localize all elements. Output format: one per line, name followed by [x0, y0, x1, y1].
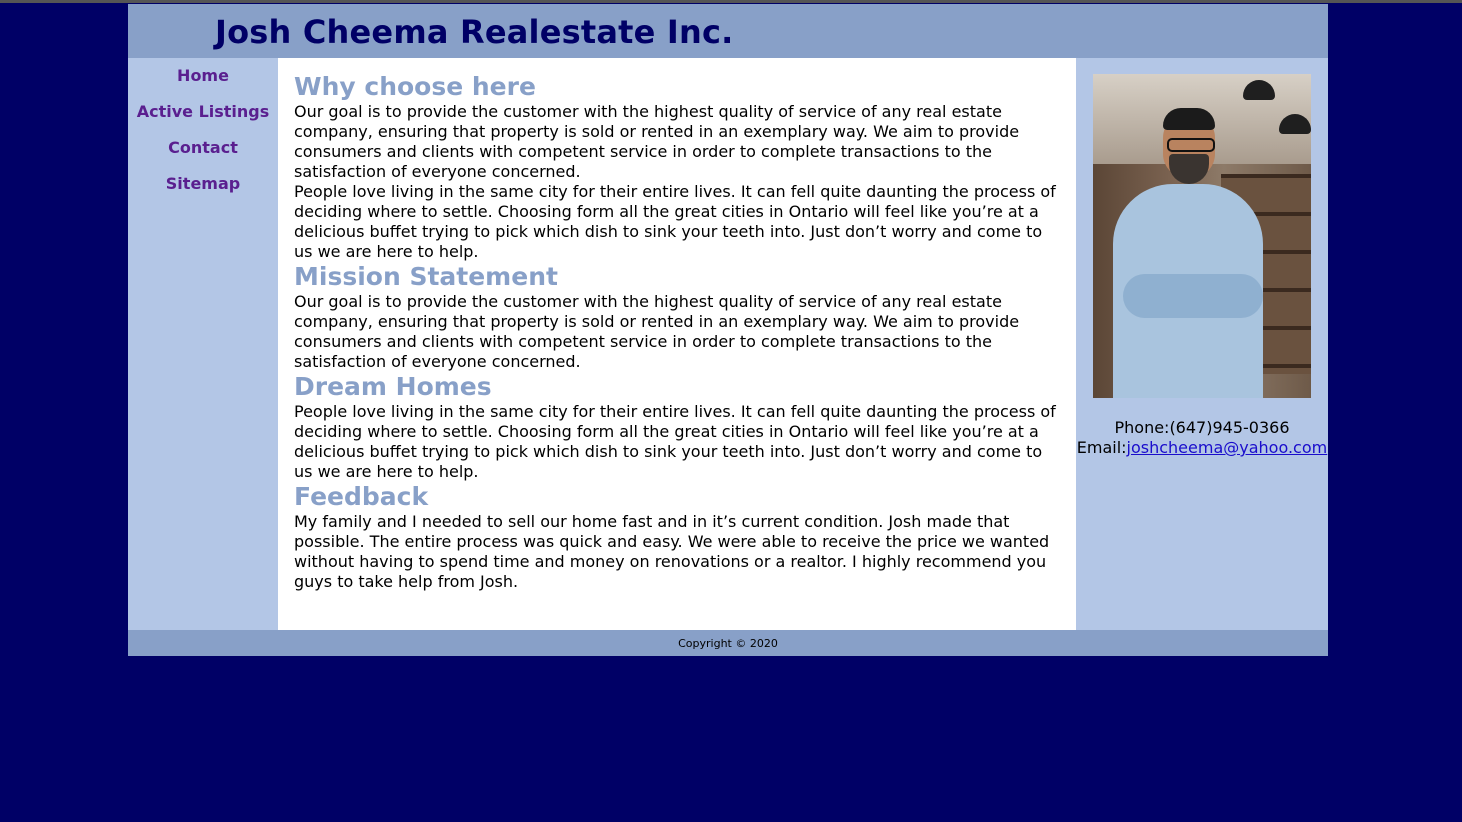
phone-line: Phone:(647)945-0366 [1076, 418, 1328, 438]
site-footer: Copyright © 2020 [128, 630, 1328, 656]
section-heading-mission: Mission Statement [294, 262, 558, 291]
top-border [0, 0, 1462, 3]
main-content: Why choose here Our goal is to provide t… [278, 58, 1076, 630]
section-paragraph: People love living in the same city for … [294, 182, 1056, 261]
email-link[interactable]: joshcheema@yahoo.com [1127, 438, 1328, 457]
copyright-text: Copyright © 2020 [678, 637, 778, 650]
nav-contact[interactable]: Contact [128, 138, 278, 174]
section-heading-dream-homes: Dream Homes [294, 372, 492, 401]
phone-number: (647)945-0366 [1169, 418, 1290, 437]
nav-sitemap[interactable]: Sitemap [128, 174, 278, 210]
contact-info: Phone:(647)945-0366 Email:joshcheema@yah… [1076, 418, 1328, 458]
section-paragraph: My family and I needed to sell our home … [294, 512, 1050, 591]
section-heading-feedback: Feedback [294, 482, 429, 511]
left-nav: Home Active Listings Contact Sitemap [128, 58, 278, 630]
right-sidebar: Phone:(647)945-0366 Email:joshcheema@yah… [1076, 58, 1328, 630]
email-label: Email: [1076, 438, 1127, 457]
nav-active-listings[interactable]: Active Listings [128, 102, 278, 138]
site-header: Josh Cheema Realestate Inc. [128, 4, 1328, 58]
section-paragraph: People love living in the same city for … [294, 402, 1056, 481]
section-paragraph: Our goal is to provide the customer with… [294, 102, 1020, 181]
site-title: Josh Cheema Realestate Inc. [215, 13, 734, 51]
page-wrapper: Josh Cheema Realestate Inc. Home Active … [128, 4, 1328, 656]
section-heading-why-choose: Why choose here [294, 72, 536, 101]
content-row: Home Active Listings Contact Sitemap Why… [128, 58, 1328, 630]
phone-label: Phone: [1114, 418, 1170, 437]
nav-home[interactable]: Home [128, 66, 278, 102]
section-paragraph: Our goal is to provide the customer with… [294, 292, 1020, 371]
agent-photo [1093, 74, 1311, 398]
email-line: Email:joshcheema@yahoo.com [1076, 438, 1328, 458]
